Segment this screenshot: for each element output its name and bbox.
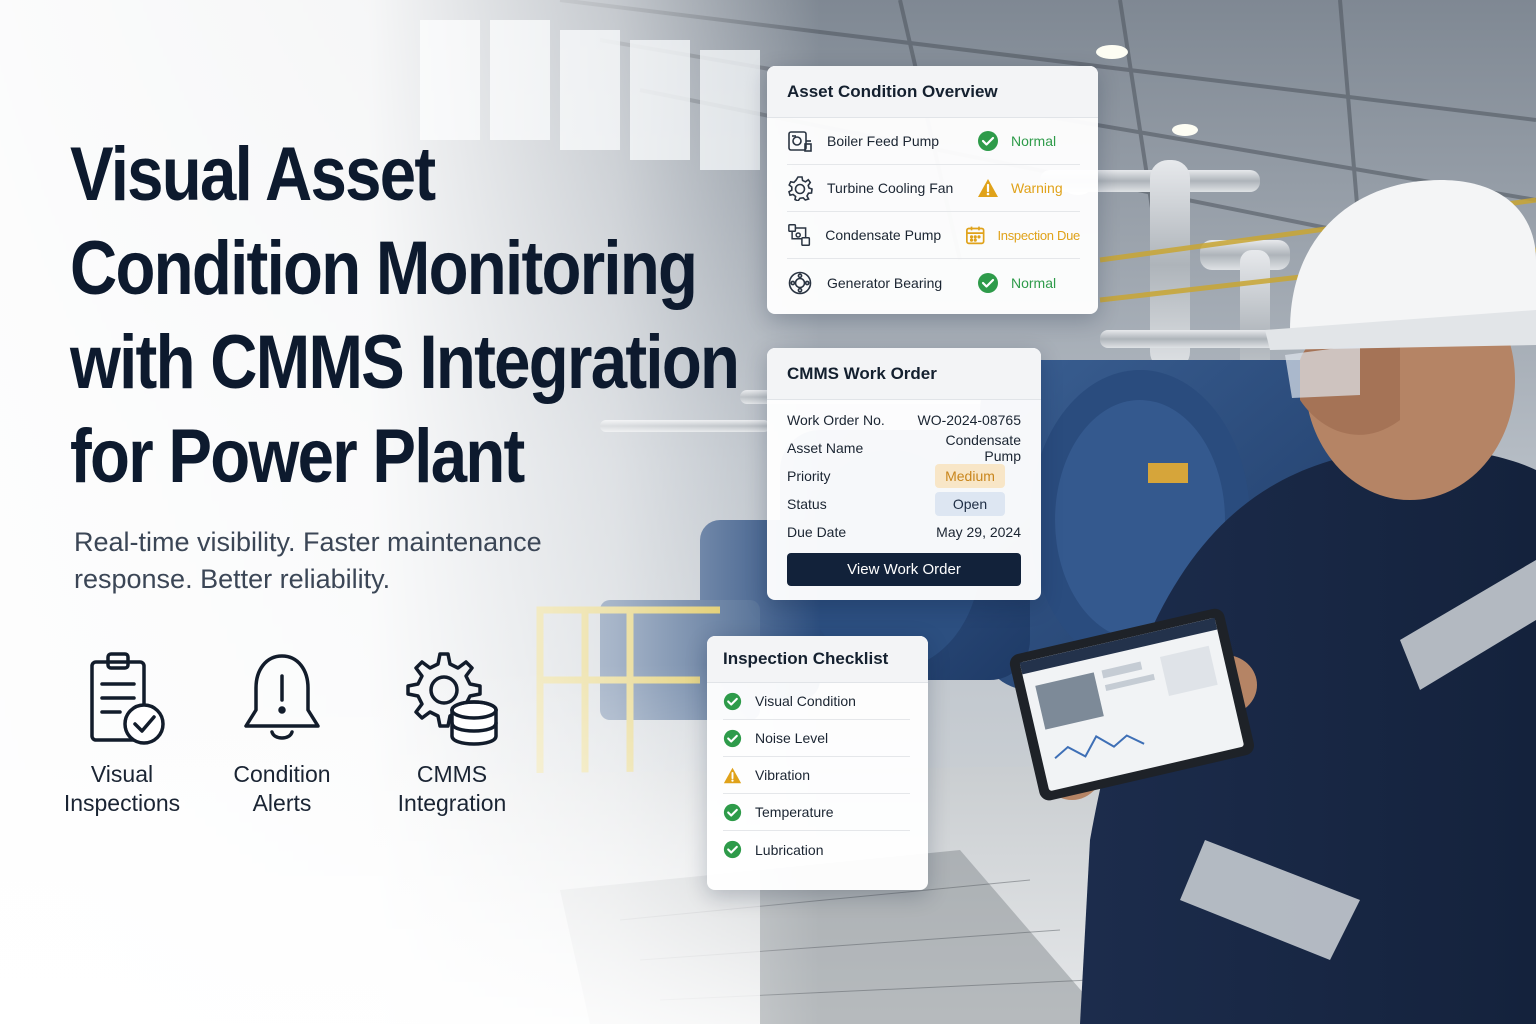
checklist-item-label: Noise Level xyxy=(755,730,829,746)
page-title: Visual Asset Condition Monitoring with C… xyxy=(70,128,740,504)
asset-status: Normal xyxy=(1011,274,1057,291)
feature-label-line: Visual xyxy=(90,761,154,787)
title-line: Visual Asset xyxy=(70,132,436,217)
feature-cmms-integration: CMMS Integration xyxy=(382,648,522,818)
checklist-item-label: Lubrication xyxy=(755,841,824,858)
card-title: Inspection Checklist xyxy=(707,636,928,683)
view-work-order-button[interactable]: View Work Order xyxy=(787,553,1021,586)
checklist-item-label: Temperature xyxy=(755,804,834,820)
field-label: Work Order No. xyxy=(787,412,885,428)
clipboard-check-icon xyxy=(90,652,165,745)
status-row: Status Open xyxy=(787,490,1021,518)
asset-row-condensate-pump[interactable]: Condensate Pump Inspection Due xyxy=(787,212,1080,259)
work-order-number-row: Work Order No. WO-2024-08765 xyxy=(787,406,1021,434)
asset-condition-overview-card: Asset Condition Overview Boiler Feed Pum… xyxy=(767,66,1098,314)
pump-icon xyxy=(788,131,812,152)
asset-name: Turbine Cooling Fan xyxy=(827,180,954,196)
feature-visual-inspections: Visual Inspections xyxy=(52,648,192,818)
field-value: May 29, 2024 xyxy=(936,524,1021,540)
asset-name-row: Asset Name Condensate Pump xyxy=(787,432,1021,464)
asset-status: Inspection Due xyxy=(997,227,1080,243)
field-value: Condensate Pump xyxy=(945,432,1021,464)
priority-row: Priority Medium xyxy=(787,462,1021,490)
gear-icon xyxy=(788,176,813,201)
feature-label-line: Alerts xyxy=(252,790,312,816)
checklist-item-noise-level[interactable]: Noise Level xyxy=(723,720,910,757)
card-title: Asset Condition Overview xyxy=(767,66,1098,118)
calendar-icon xyxy=(965,226,985,245)
asset-name: Condensate Pump xyxy=(825,227,942,243)
title-line: with CMMS Integration xyxy=(70,320,740,405)
due-date-row: Due Date May 29, 2024 xyxy=(787,518,1021,546)
asset-name: Boiler Feed Pump xyxy=(827,133,940,149)
piping-icon xyxy=(788,224,811,246)
feature-condition-alerts: Condition Alerts xyxy=(212,648,352,818)
priority-value-cell: Medium xyxy=(907,464,1021,488)
warning-triangle-icon xyxy=(723,767,742,783)
asset-status: Warning xyxy=(1011,180,1063,196)
checklist-item-temperature[interactable]: Temperature xyxy=(723,794,910,831)
status-badge: Open xyxy=(935,492,1005,516)
bell-alert-icon xyxy=(244,654,320,740)
checklist-item-label: Visual Condition xyxy=(755,693,856,709)
subtitle-line: response. Better reliability. xyxy=(74,564,391,594)
asset-name: Generator Bearing xyxy=(827,274,943,291)
priority-badge: Medium xyxy=(935,464,1005,488)
field-label: Priority xyxy=(787,468,831,484)
asset-row-turbine-cooling-fan[interactable]: Turbine Cooling Fan Warning xyxy=(787,165,1080,212)
subtitle-line: Real-time visibility. Faster maintenance xyxy=(74,527,542,557)
field-label: Due Date xyxy=(787,524,847,540)
check-circle-icon xyxy=(723,692,742,710)
title-line: Condition Monitoring xyxy=(70,226,698,311)
field-label: Asset Name xyxy=(787,440,864,456)
field-value: WO-2024-08765 xyxy=(917,412,1021,428)
checklist-item-vibration[interactable]: Vibration xyxy=(723,757,910,794)
check-circle-icon xyxy=(723,840,742,859)
check-circle-icon xyxy=(978,131,998,151)
feature-label-line: Integration xyxy=(397,790,507,816)
field-label: Status xyxy=(787,496,827,512)
check-circle-icon xyxy=(978,272,998,293)
feature-label: Condition Alerts xyxy=(212,760,352,818)
gear-database-icon xyxy=(406,652,498,746)
check-circle-icon xyxy=(723,803,742,821)
feature-label-line: Inspections xyxy=(63,790,181,816)
card-title: CMMS Work Order xyxy=(767,348,1041,400)
feature-label: Visual Inspections xyxy=(52,760,192,818)
checklist-item-label: Vibration xyxy=(755,767,811,783)
title-line: for Power Plant xyxy=(70,414,525,499)
inspection-checklist-card: Inspection Checklist Visual Condition No… xyxy=(707,636,928,890)
feature-label-line: Condition xyxy=(233,761,331,787)
checklist-item-lubrication[interactable]: Lubrication xyxy=(723,831,910,868)
feature-label: CMMS Integration xyxy=(382,760,522,818)
check-circle-icon xyxy=(723,729,742,747)
bearing-icon xyxy=(788,271,812,294)
work-order-fields: Work Order No. WO-2024-08765 Asset Name … xyxy=(767,400,1041,546)
asset-row-boiler-feed-pump[interactable]: Boiler Feed Pump Normal xyxy=(787,118,1080,165)
checklist-item-visual-condition[interactable]: Visual Condition xyxy=(723,683,910,720)
warning-triangle-icon xyxy=(978,179,998,197)
status-value-cell: Open xyxy=(907,492,1021,516)
feature-label-line: CMMS xyxy=(416,761,488,787)
page-subtitle: Real-time visibility. Faster maintenance… xyxy=(74,524,594,598)
asset-row-generator-bearing[interactable]: Generator Bearing Normal xyxy=(787,259,1080,306)
cmms-work-order-card: CMMS Work Order Work Order No. WO-2024-0… xyxy=(767,348,1041,600)
asset-status: Normal xyxy=(1011,133,1057,149)
feature-list: Visual Inspections Condition Alerts CMMS… xyxy=(52,648,532,828)
